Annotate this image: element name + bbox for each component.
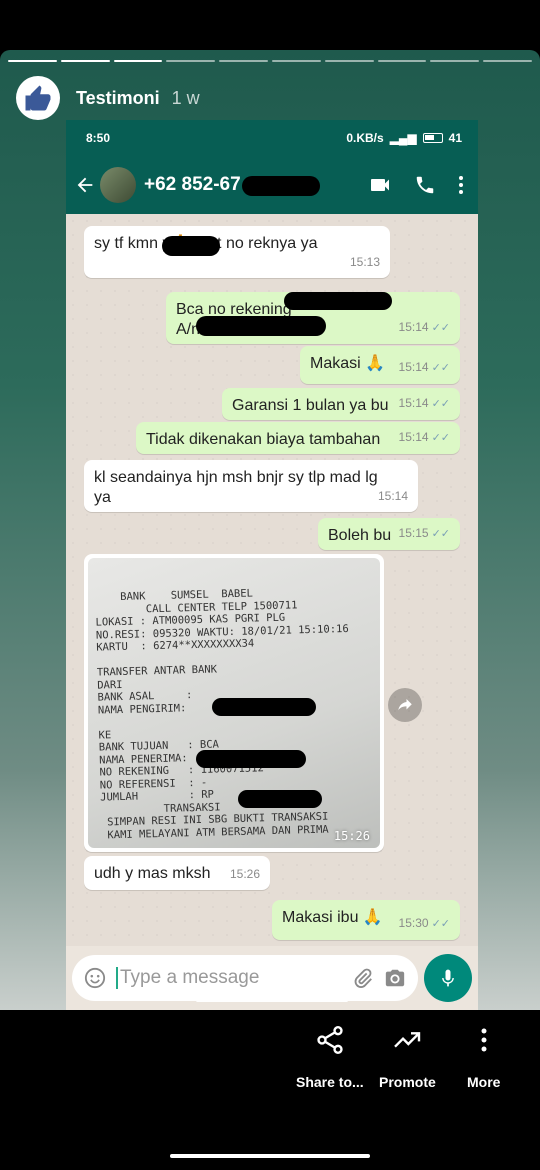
message-outgoing[interactable]: Bca no rekening A/n 15:14 ✓✓ bbox=[166, 292, 460, 344]
story-frame: Testimoni 1 w 8:50 0.KB/s ▂▄▆ 41 +62 852… bbox=[0, 50, 540, 1010]
story-progress-segment bbox=[166, 60, 216, 62]
network-speed: 0.KB/s bbox=[346, 131, 384, 145]
forward-icon bbox=[398, 699, 412, 711]
chat-area: sy tf kmn y🙏 mnt no reknya ya 15:13 Bca … bbox=[66, 214, 478, 946]
attach-icon[interactable] bbox=[352, 967, 374, 989]
emoji-icon[interactable] bbox=[84, 967, 106, 989]
story-account-name[interactable]: Testimoni bbox=[76, 88, 160, 109]
camera-icon[interactable] bbox=[384, 967, 406, 989]
message-outgoing[interactable]: Makasi ibu 🙏 15:30 ✓✓ bbox=[272, 900, 460, 940]
more-label: More bbox=[467, 1074, 501, 1090]
redaction bbox=[196, 750, 306, 768]
signal-icon: ▂▄▆ bbox=[389, 131, 417, 145]
message-outgoing[interactable]: Boleh bu 15:15 ✓✓ bbox=[318, 518, 460, 550]
share-label: Share to... bbox=[296, 1074, 364, 1090]
redaction bbox=[238, 790, 322, 808]
image-message[interactable]: BANK SUMSEL BABEL CALL CENTER TELP 15007… bbox=[84, 554, 384, 852]
microphone-icon bbox=[442, 969, 454, 987]
message-composer: Type a message bbox=[72, 954, 472, 1002]
story-progress-segment bbox=[8, 60, 57, 62]
promote-label: Promote bbox=[379, 1074, 436, 1090]
battery-icon bbox=[422, 133, 443, 143]
message-input-container[interactable]: Type a message bbox=[72, 955, 418, 1001]
video-call-icon[interactable] bbox=[368, 173, 392, 197]
trending-up-icon bbox=[391, 1020, 423, 1060]
story-actions: Share to... Promote More bbox=[0, 1020, 540, 1110]
message-incoming[interactable]: sy tf kmn y🙏 mnt no reknya ya 15:13 bbox=[84, 226, 390, 278]
story-age: 1 w bbox=[171, 87, 200, 108]
message-outgoing[interactable]: Makasi 🙏 15:14 ✓✓ bbox=[300, 346, 460, 384]
contact-name[interactable]: +62 852-67 bbox=[144, 174, 368, 196]
system-gesture-bar bbox=[170, 1154, 370, 1158]
chat-app-bar: +62 852-67 bbox=[66, 156, 478, 214]
redaction bbox=[212, 698, 316, 716]
thumbs-up-icon bbox=[25, 85, 51, 111]
story-progress-segment bbox=[60, 60, 110, 62]
gesture-bar bbox=[196, 999, 348, 1002]
story-progress-segment bbox=[219, 60, 268, 62]
story-progress-segment bbox=[483, 60, 532, 62]
story-progress bbox=[8, 60, 532, 62]
redaction bbox=[196, 316, 326, 336]
contact-avatar[interactable] bbox=[100, 167, 136, 203]
more-vert-icon[interactable] bbox=[458, 175, 464, 195]
forward-button[interactable] bbox=[388, 688, 422, 722]
story-avatar[interactable] bbox=[16, 76, 60, 120]
message-incoming[interactable]: kl seandainya hjn msh bnjr sy tlp mad lg… bbox=[84, 460, 418, 512]
phone-call-icon[interactable] bbox=[414, 174, 436, 196]
story-progress-segment bbox=[377, 60, 427, 62]
redaction bbox=[284, 292, 392, 310]
status-bar: 8:50 0.KB/s ▂▄▆ 41 bbox=[66, 120, 478, 156]
atm-receipt-photo[interactable]: BANK SUMSEL BABEL CALL CENTER TELP 15007… bbox=[88, 558, 380, 848]
story-progress-segment bbox=[113, 60, 163, 62]
share-icon bbox=[314, 1020, 346, 1060]
status-time: 8:50 bbox=[86, 131, 111, 145]
promote-button[interactable]: Promote bbox=[379, 1020, 436, 1090]
more-button[interactable]: More bbox=[467, 1020, 500, 1090]
chat-screenshot: 8:50 0.KB/s ▂▄▆ 41 +62 852-67 sy tf kmn … bbox=[66, 120, 478, 1010]
share-button[interactable]: Share to... bbox=[296, 1020, 364, 1090]
message-outgoing[interactable]: Tidak dikenakan biaya tambahan 15:14 ✓✓ bbox=[136, 422, 460, 454]
story-progress-segment bbox=[430, 60, 480, 62]
back-arrow-icon[interactable] bbox=[74, 174, 96, 196]
voice-record-button[interactable] bbox=[424, 954, 472, 1002]
story-header: Testimoni 1 w bbox=[16, 76, 200, 120]
story-progress-segment bbox=[271, 60, 321, 62]
more-vert-icon bbox=[480, 1020, 488, 1060]
redaction bbox=[242, 176, 320, 196]
battery-level: 41 bbox=[448, 131, 462, 145]
message-incoming[interactable]: udh y mas mksh 15:26 bbox=[84, 856, 270, 890]
story-progress-segment bbox=[324, 60, 374, 62]
message-input[interactable]: Type a message bbox=[116, 967, 342, 989]
redaction bbox=[162, 236, 220, 256]
message-outgoing[interactable]: Garansi 1 bulan ya bu 15:14 ✓✓ bbox=[222, 388, 460, 420]
